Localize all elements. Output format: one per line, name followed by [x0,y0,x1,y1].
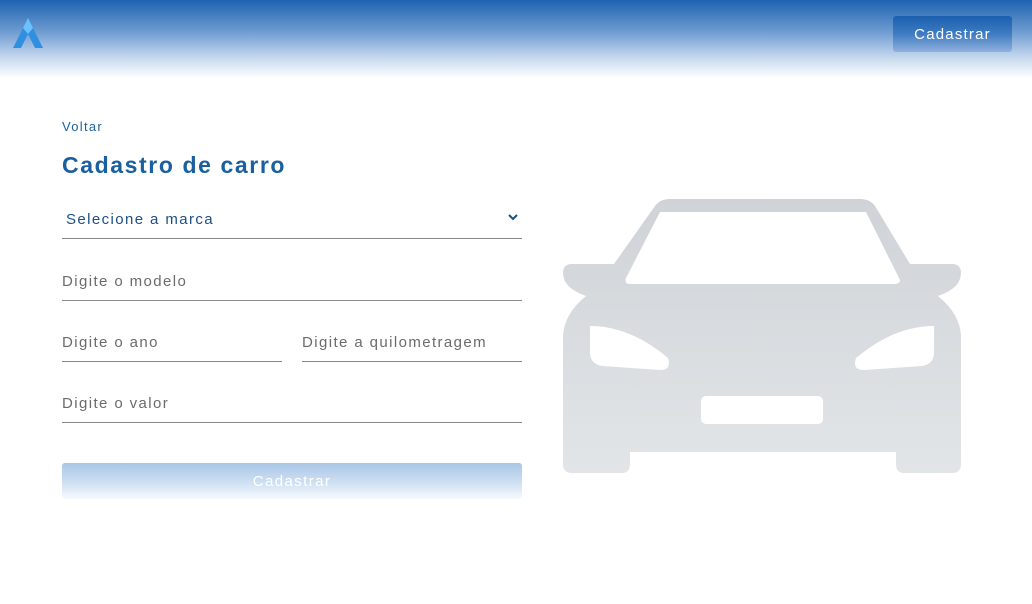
chevron-down-icon [508,214,518,221]
triangle-a-logo-icon[interactable] [11,16,45,50]
back-link[interactable]: Voltar [62,119,103,134]
year-input[interactable] [62,324,282,361]
price-field [62,385,522,423]
brand-select[interactable]: Selecione a marca [62,201,522,239]
submit-register-button[interactable]: Cadastrar [62,463,522,499]
top-header: Cadastrar [0,0,1032,78]
model-input[interactable] [62,263,522,300]
car-front-icon [563,199,961,473]
year-field [62,324,282,362]
model-field [62,263,522,301]
page-title: Cadastro de carro [62,152,287,178]
mileage-field [302,324,522,362]
mileage-input[interactable] [302,324,522,361]
brand-select-value: Selecione a marca [66,211,215,228]
header-register-button[interactable]: Cadastrar [893,16,1012,52]
price-input[interactable] [62,385,522,422]
